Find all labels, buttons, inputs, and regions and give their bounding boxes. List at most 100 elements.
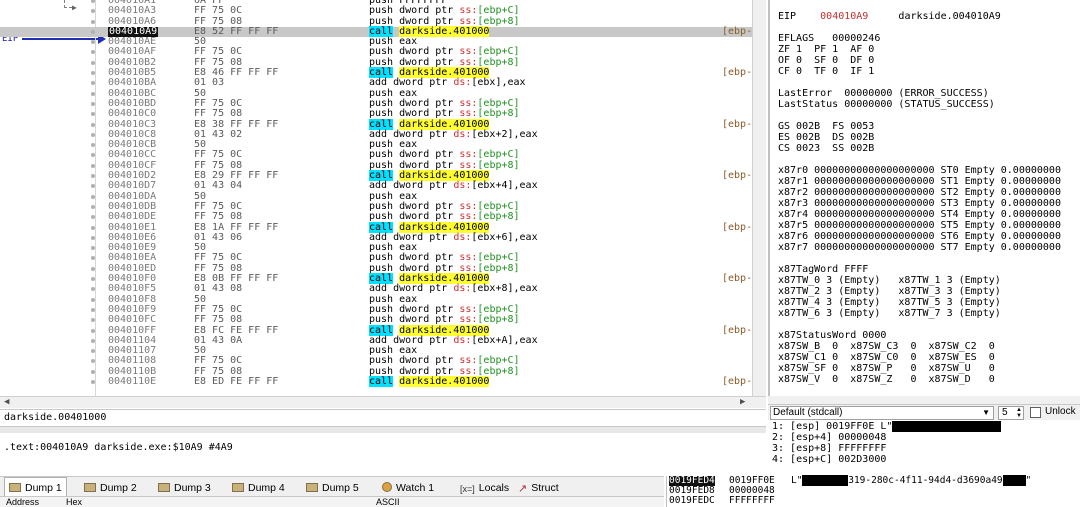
breakpoint-dot-icon[interactable] [91, 328, 95, 333]
breakpoint-dot-icon[interactable] [91, 369, 95, 374]
breakpoint-dot-icon[interactable] [91, 40, 95, 45]
register-line[interactable]: OF 0 SF 0 DF 0 [778, 55, 1080, 66]
register-line[interactable]: EIP 004010A9 darkside.004010A9 [778, 11, 1080, 22]
register-line[interactable]: x87TW_4 3 (Empty) x87TW_5 3 (Empty) [778, 297, 1080, 308]
register-line[interactable]: ES 002B DS 002B [778, 132, 1080, 143]
register-line[interactable]: x87r5 00000000000000000000 ST5 Empty 0.0… [778, 220, 1080, 231]
breakpoint-dot-icon[interactable] [91, 204, 95, 209]
breakpoint-dot-icon[interactable] [91, 359, 95, 364]
registers-scrollbar[interactable] [768, 396, 1080, 404]
register-line[interactable]: ZF 1 PF 1 AF 0 [778, 44, 1080, 55]
stack-arguments-view[interactable]: 1: [esp] 0019FF0E L"xxxxxxxxxxxxxxxxxx 2:… [768, 420, 1080, 476]
breakpoint-dot-icon[interactable] [91, 266, 95, 271]
register-line[interactable]: x87StatusWord 0000 [778, 330, 1080, 341]
instruction-row[interactable]: 0040110E E8 ED FE FF FF call darkside.4010… [0, 375, 766, 387]
register-line[interactable]: x87SW_V 0 x87SW_Z 0 x87SW_D 0 [778, 374, 1080, 385]
register-line[interactable]: LastStatus 00000000 (STATUS_SUCCESS) [778, 99, 1080, 110]
register-line[interactable]: x87r4 00000000000000000000 ST4 Empty 0.0… [778, 209, 1080, 220]
breakpoint-dot-icon[interactable] [91, 91, 95, 96]
register-line[interactable]: x87TW_0 3 (Empty) x87TW_1 3 (Empty) [778, 275, 1080, 286]
register-line[interactable] [778, 0, 1080, 11]
register-line[interactable]: LastError 00000000 (ERROR_SUCCESS) [778, 88, 1080, 99]
register-line[interactable] [778, 22, 1080, 33]
breakpoint-dot-icon[interactable] [91, 9, 95, 14]
breakpoint-dot-icon[interactable] [91, 307, 95, 312]
tab-dump-4[interactable]: Dump 4 [228, 479, 289, 497]
register-line[interactable]: x87r3 00000000000000000000 ST3 Empty 0.0… [778, 198, 1080, 209]
breakpoint-dot-icon[interactable] [91, 29, 95, 34]
register-line[interactable]: x87r7 00000000000000000000 ST7 Empty 0.0… [778, 242, 1080, 253]
breakpoint-dot-icon[interactable] [91, 297, 95, 302]
tab-dump-1[interactable]: Dump 1 [4, 477, 67, 497]
breakpoint-dot-icon[interactable] [91, 101, 95, 106]
arg-count-stepper[interactable]: 5 ▲ ▼ [998, 406, 1024, 420]
registers-view[interactable]: EIP 004010A9 darkside.004010A9 EFLAGS 000… [768, 0, 1080, 396]
chevron-down-icon[interactable]: ▼ [982, 407, 990, 419]
tab-locals[interactable]: [x=] Locals [456, 479, 513, 497]
hex-column-header[interactable]: Hex [66, 497, 82, 507]
unlock-checkbox[interactable] [1030, 407, 1041, 418]
register-line[interactable]: EFLAGS 00000246 [778, 33, 1080, 44]
register-line[interactable]: x87SW_SF 0 x87SW_P 0 x87SW_U 0 [778, 363, 1080, 374]
breakpoint-dot-icon[interactable] [91, 287, 95, 292]
register-line[interactable]: x87r0 00000000000000000000 ST0 Empty 0.0… [778, 165, 1080, 176]
register-line[interactable] [778, 77, 1080, 88]
breakpoint-dot-icon[interactable] [91, 71, 95, 76]
breakpoint-dot-icon[interactable] [91, 338, 95, 343]
stack-argument-line[interactable]: 3: [esp+8] FFFFFFFF [772, 443, 1076, 454]
instruction-row[interactable]: 004010DE FF 75 08 push dword ptr ss:[ebp+8… [0, 211, 766, 222]
breakpoint-dot-icon[interactable] [91, 112, 95, 117]
disassembly-vertical-scrollbar[interactable] [752, 0, 766, 396]
register-line[interactable]: x87SW_C1 0 x87SW_C0 0 x87SW_ES 0 [778, 352, 1080, 363]
stack-argument-line[interactable]: 4: [esp+C] 002D3000 [772, 454, 1076, 465]
breakpoint-dot-icon[interactable] [91, 143, 95, 148]
breakpoint-dot-icon[interactable] [91, 81, 95, 86]
tab-dump-3[interactable]: Dump 3 [154, 479, 215, 497]
breakpoint-dot-icon[interactable] [91, 194, 95, 199]
breakpoint-dot-icon[interactable] [91, 215, 95, 220]
breakpoint-dot-icon[interactable] [91, 318, 95, 323]
register-line[interactable]: CS 0023 SS 002B [778, 143, 1080, 154]
breakpoint-dot-icon[interactable] [91, 60, 95, 65]
register-line[interactable]: x87SW_B 0 x87SW_C3 0 x87SW_C2 0 [778, 341, 1080, 352]
address-column-header[interactable]: Address [6, 497, 39, 507]
stack-view[interactable]: 0019FED4 0019FF0E L"xxxxxxxx319-280c-4f11-… [666, 475, 1080, 507]
calling-convention-select[interactable]: Default (stdcall) ▼ [770, 406, 994, 420]
register-line[interactable] [778, 110, 1080, 121]
breakpoint-dot-icon[interactable] [91, 153, 95, 158]
breakpoint-dot-icon[interactable] [91, 163, 95, 168]
instruction-row[interactable]: 004010FC FF 75 08 push dword ptr ss:[ebp+8… [0, 314, 766, 325]
stack-row[interactable]: 0019FEDC FFFFFFFF [667, 496, 1080, 506]
ascii-column-header[interactable]: ASCII [376, 497, 400, 507]
register-line[interactable]: x87TagWord FFFF [778, 264, 1080, 275]
register-line[interactable] [778, 253, 1080, 264]
register-line[interactable] [778, 319, 1080, 330]
register-line[interactable]: x87r2 00000000000000000000 ST2 Empty 0.0… [778, 187, 1080, 198]
stack-argument-line[interactable]: 1: [esp] 0019FF0E L"xxxxxxxxxxxxxxxxxx [772, 421, 1076, 432]
scroll-left-icon[interactable]: ◀ [4, 397, 9, 407]
breakpoint-dot-icon[interactable] [91, 0, 95, 3]
breakpoint-dot-icon[interactable] [91, 256, 95, 261]
breakpoint-dot-icon[interactable] [91, 246, 95, 251]
tab-struct[interactable]: ↗ Struct [514, 479, 563, 497]
breakpoint-dot-icon[interactable] [91, 225, 95, 230]
tab-watch-1[interactable]: Watch 1 [378, 479, 438, 497]
register-line[interactable]: x87r6 00000000000000000000 ST6 Empty 0.0… [778, 231, 1080, 242]
breakpoint-dot-icon[interactable] [91, 379, 95, 384]
register-line[interactable]: x87r1 00000000000000000000 ST1 Empty 0.0… [778, 176, 1080, 187]
breakpoint-dot-icon[interactable] [91, 349, 95, 354]
register-line[interactable]: x87TW_2 3 (Empty) x87TW_3 3 (Empty) [778, 286, 1080, 297]
disassembly-view[interactable]: ▶ EIP 004010A1 6A FF push FFFFFFFF 004010A3… [0, 0, 766, 396]
breakpoint-dot-icon[interactable] [91, 132, 95, 137]
stack-argument-line[interactable]: 2: [esp+4] 00000048 [772, 432, 1076, 443]
breakpoint-dot-icon[interactable] [91, 19, 95, 24]
register-line[interactable] [778, 154, 1080, 165]
breakpoint-dot-icon[interactable] [91, 235, 95, 240]
scroll-right-icon[interactable]: ▶ [740, 397, 745, 407]
breakpoint-dot-icon[interactable] [91, 122, 95, 127]
register-line[interactable]: CF 0 TF 0 IF 1 [778, 66, 1080, 77]
breakpoint-dot-icon[interactable] [91, 184, 95, 189]
breakpoint-dot-icon[interactable] [91, 50, 95, 55]
breakpoint-dot-icon[interactable] [91, 174, 95, 179]
spin-icon[interactable]: ▲ ▼ [1016, 407, 1022, 419]
